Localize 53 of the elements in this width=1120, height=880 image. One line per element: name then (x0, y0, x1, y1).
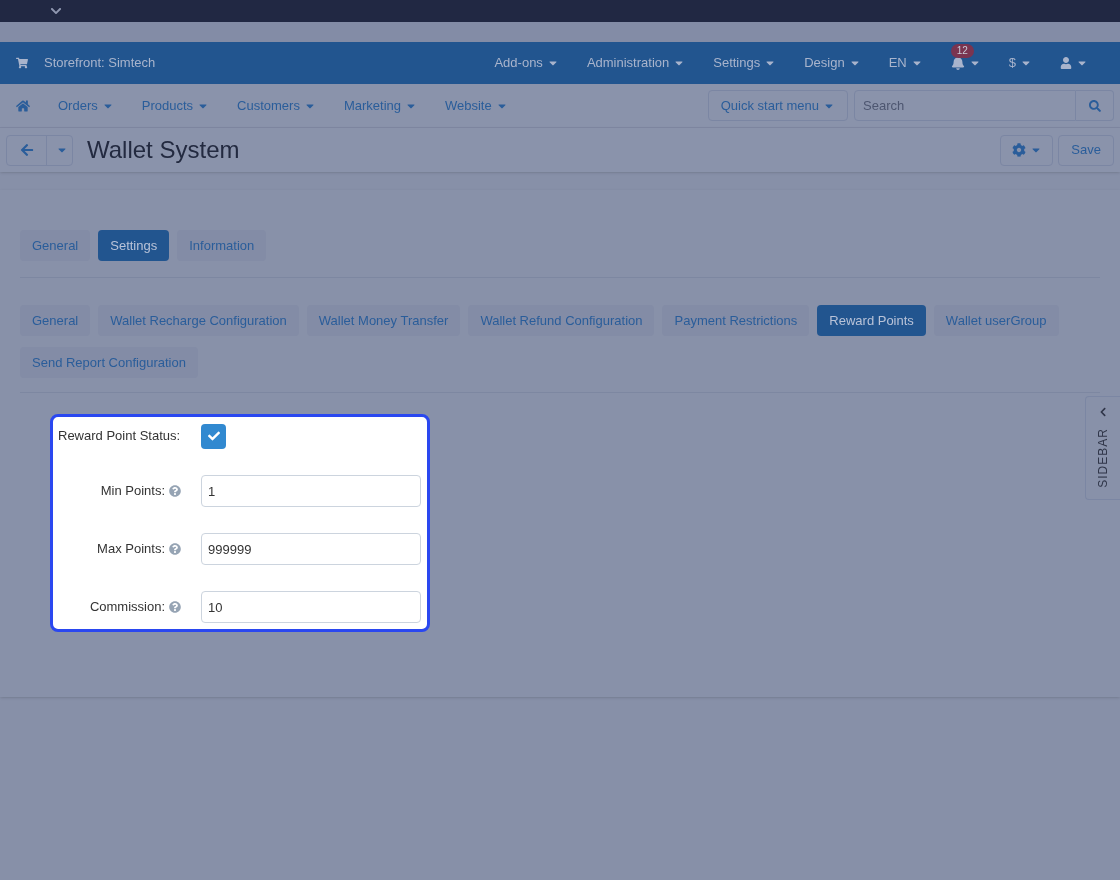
search-button[interactable] (1076, 90, 1114, 121)
home-icon[interactable] (16, 98, 30, 113)
field-label: Reward Point Status: (58, 427, 182, 446)
tab[interactable]: Information (177, 230, 267, 261)
input-field[interactable]: 999999 (201, 533, 421, 565)
back-button-group[interactable] (6, 134, 73, 166)
tab[interactable]: Reward Points (817, 305, 926, 336)
help-icon[interactable] (169, 543, 181, 555)
settings-dropdown-button[interactable] (1000, 134, 1054, 166)
help-icon[interactable] (169, 485, 181, 497)
settings-icon (1011, 143, 1026, 157)
input-field[interactable]: 10 (201, 591, 421, 623)
header-menu[interactable]: Add-ons (494, 53, 559, 73)
tab[interactable]: Wallet Money Transfer (306, 305, 461, 336)
user-icon[interactable] (1060, 57, 1072, 69)
tab[interactable]: Settings (98, 230, 170, 261)
back-arrow-icon[interactable] (19, 143, 34, 157)
tab[interactable]: General (20, 230, 91, 261)
field-label: Min Points: (100, 482, 165, 501)
input-field[interactable]: 1 (201, 475, 421, 507)
save-button[interactable]: Save (1058, 134, 1114, 166)
cart-icon (16, 57, 28, 69)
header-menu[interactable]: Administration (586, 53, 686, 73)
nav-menu[interactable]: Website (445, 95, 508, 116)
tab[interactable]: Wallet Recharge Configuration (98, 305, 299, 336)
bell-icon[interactable] (950, 56, 965, 70)
nav-menu[interactable]: Orders (58, 95, 114, 116)
field-label: Commission: (89, 598, 165, 617)
tab[interactable]: Wallet userGroup (933, 305, 1059, 336)
header-menu[interactable]: Design (804, 53, 861, 73)
storefront-link[interactable]: Storefront: Simtech (44, 53, 156, 73)
tab[interactable]: General (20, 305, 91, 336)
help-icon[interactable] (169, 601, 181, 613)
notification-count: 12 (950, 44, 974, 58)
checkbox[interactable] (201, 423, 226, 449)
nav-menu[interactable]: Customers (237, 95, 316, 116)
check-icon (207, 430, 220, 442)
page-title: Wallet System (87, 135, 240, 165)
header-menu[interactable]: EN (888, 53, 923, 73)
search-field[interactable]: Search (854, 90, 1076, 121)
tab[interactable]: Send Report Configuration (20, 347, 198, 378)
search-icon (1088, 99, 1101, 112)
sidebar-toggle[interactable]: SIDEBAR (1085, 396, 1120, 500)
tab[interactable]: Payment Restrictions (662, 305, 810, 336)
quick-start-button[interactable]: Quick start menu (707, 90, 848, 121)
header-menu[interactable]: Settings (713, 53, 777, 73)
field-label: Max Points: (97, 540, 165, 559)
nav-menu[interactable]: Marketing (343, 95, 417, 116)
chevron-down-icon[interactable] (50, 5, 62, 17)
currency-menu[interactable]: $ (1008, 53, 1032, 73)
tab[interactable]: Wallet Refund Configuration (468, 305, 655, 336)
chevron-left-icon (1098, 407, 1108, 417)
nav-menu[interactable]: Products (141, 95, 210, 116)
